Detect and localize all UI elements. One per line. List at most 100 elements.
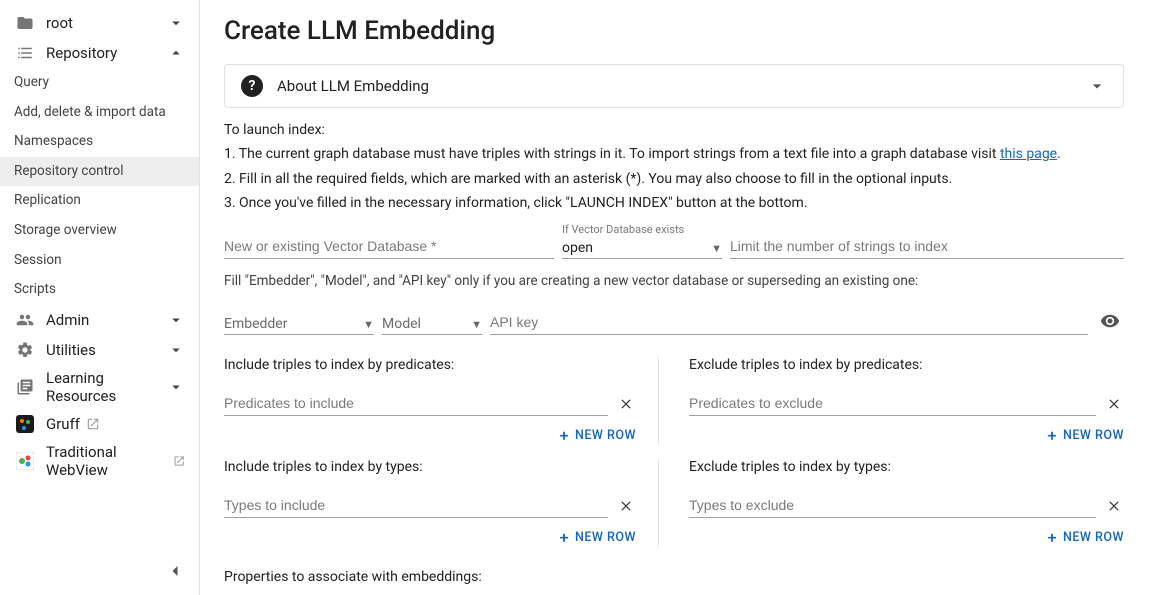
folder-icon xyxy=(14,12,36,34)
nav-webview-label: Traditional WebView xyxy=(46,443,185,479)
vector-db-mode-value: open xyxy=(562,240,711,256)
nav-root[interactable]: root xyxy=(0,8,199,38)
include-predicates-newrow[interactable]: + NEW ROW xyxy=(224,426,636,445)
dropdown-icon: ▼ xyxy=(711,242,722,255)
webview-app-icon xyxy=(14,450,36,472)
exclude-predicates-newrow[interactable]: + NEW ROW xyxy=(689,426,1124,445)
gruff-app-icon xyxy=(14,413,36,435)
nav-repository-label: Repository xyxy=(46,44,167,62)
book-icon xyxy=(14,376,36,398)
external-link-icon xyxy=(86,417,100,431)
apikey-input[interactable] xyxy=(490,310,1088,335)
nav-gruff-label: Gruff xyxy=(46,415,185,433)
exclude-predicates-input[interactable] xyxy=(689,391,1096,416)
plus-icon: + xyxy=(560,426,569,445)
exclude-types-section: Exclude triples to index by types: + NEW… xyxy=(689,459,1124,547)
nav-webview[interactable]: Traditional WebView xyxy=(0,439,199,483)
chevron-down-icon xyxy=(167,341,185,359)
plus-icon: + xyxy=(560,528,569,547)
limit-strings-input[interactable] xyxy=(730,234,1124,259)
clear-icon[interactable] xyxy=(616,394,636,414)
sidebar: root Repository Query Add, delete & impo… xyxy=(0,0,200,595)
main-content: Create LLM Embedding ? About LLM Embeddi… xyxy=(200,0,1154,595)
nav-repository[interactable]: Repository xyxy=(0,38,199,68)
clear-icon[interactable] xyxy=(1104,496,1124,516)
model-field[interactable]: Model ▼ xyxy=(382,316,482,335)
about-title: About LLM Embedding xyxy=(277,77,1087,95)
vector-db-name-input[interactable] xyxy=(224,234,554,259)
vector-db-mode-field[interactable]: If Vector Database exists open ▼ xyxy=(562,223,722,259)
include-types-section: Include triples to index by types: + NEW… xyxy=(224,459,659,547)
plus-icon: + xyxy=(1048,528,1057,547)
sidebar-item-scripts[interactable]: Scripts xyxy=(0,275,199,305)
dropdown-icon: ▼ xyxy=(363,318,374,331)
exclude-types-newrow[interactable]: + NEW ROW xyxy=(689,528,1124,547)
nav-admin-label: Admin xyxy=(46,311,167,329)
sidebar-item-namespaces[interactable]: Namespaces xyxy=(0,127,199,157)
exclude-types-input[interactable] xyxy=(689,493,1096,518)
nav-gruff[interactable]: Gruff xyxy=(0,409,199,439)
webview-text: Traditional WebView xyxy=(46,443,167,479)
help-icon: ? xyxy=(241,75,263,97)
dropdown-icon: ▼ xyxy=(471,318,482,331)
include-types-newrow[interactable]: + NEW ROW xyxy=(224,528,636,547)
newrow-label: NEW ROW xyxy=(1063,530,1124,545)
about-expander[interactable]: ? About LLM Embedding xyxy=(224,64,1124,108)
newrow-label: NEW ROW xyxy=(1063,428,1124,443)
list-icon xyxy=(14,42,36,64)
include-predicates-title: Include triples to index by predicates: xyxy=(224,357,636,373)
apikey-visibility-toggle[interactable] xyxy=(1096,307,1124,335)
intro-line2: 2. Fill in all the required fields, whic… xyxy=(224,169,1124,189)
chevron-down-icon xyxy=(1087,76,1107,96)
include-predicates-input[interactable] xyxy=(224,391,608,416)
sidebar-item-repository-control[interactable]: Repository control xyxy=(0,157,199,187)
sidebar-item-replication[interactable]: Replication xyxy=(0,186,199,216)
gear-icon xyxy=(14,339,36,361)
exclude-types-title: Exclude triples to index by types: xyxy=(689,459,1124,475)
newrow-label: NEW ROW xyxy=(575,428,636,443)
embedder-label: Embedder xyxy=(224,316,363,332)
nav-utilities-label: Utilities xyxy=(46,341,167,359)
chevron-down-icon xyxy=(167,378,185,396)
external-link-icon xyxy=(173,454,185,468)
clear-icon[interactable] xyxy=(1104,394,1124,414)
gruff-text: Gruff xyxy=(46,415,80,433)
clear-icon[interactable] xyxy=(616,496,636,516)
properties-title: Properties to associate with embeddings: xyxy=(224,569,1124,585)
chevron-up-icon xyxy=(167,44,185,62)
intro-line3: 3. Once you've filled in the necessary i… xyxy=(224,193,1124,213)
page-title: Create LLM Embedding xyxy=(224,16,1124,46)
admin-icon xyxy=(14,309,36,331)
chevron-down-icon xyxy=(167,14,185,32)
nav-learning[interactable]: Learning Resources xyxy=(0,365,199,409)
exclude-predicates-section: Exclude triples to index by predicates: … xyxy=(689,357,1124,445)
embedder-field[interactable]: Embedder ▼ xyxy=(224,316,374,335)
newrow-label: NEW ROW xyxy=(575,530,636,545)
include-types-title: Include triples to index by types: xyxy=(224,459,636,475)
nav-admin[interactable]: Admin xyxy=(0,305,199,335)
sidebar-collapse-button[interactable] xyxy=(165,561,185,581)
nav-learning-label: Learning Resources xyxy=(46,369,167,405)
intro-line1-b: . xyxy=(1057,146,1061,162)
vector-db-mode-hint: If Vector Database exists xyxy=(562,223,722,240)
include-types-input[interactable] xyxy=(224,493,608,518)
nav-root-label: root xyxy=(46,14,167,32)
intro-line1-a: 1. The current graph database must have … xyxy=(224,146,1000,162)
nav-utilities[interactable]: Utilities xyxy=(0,335,199,365)
limit-strings-field[interactable] xyxy=(730,234,1124,259)
sidebar-item-storage-overview[interactable]: Storage overview xyxy=(0,216,199,246)
intro-launch: To launch index: xyxy=(224,120,1124,140)
sidebar-item-query[interactable]: Query xyxy=(0,68,199,98)
chevron-down-icon xyxy=(167,311,185,329)
properties-section: Properties to associate with embeddings: xyxy=(224,569,1124,595)
vector-db-name-field[interactable] xyxy=(224,234,554,259)
exclude-predicates-title: Exclude triples to index by predicates: xyxy=(689,357,1124,373)
intro-line1: 1. The current graph database must have … xyxy=(224,144,1124,164)
include-predicates-section: Include triples to index by predicates: … xyxy=(224,357,659,445)
apikey-field[interactable] xyxy=(490,310,1088,335)
intro-this-page-link[interactable]: this page xyxy=(1000,146,1057,162)
intro-text: To launch index: 1. The current graph da… xyxy=(224,120,1124,213)
sidebar-item-session[interactable]: Session xyxy=(0,246,199,276)
sidebar-item-add-delete-import[interactable]: Add, delete & import data xyxy=(0,98,199,128)
plus-icon: + xyxy=(1048,426,1057,445)
